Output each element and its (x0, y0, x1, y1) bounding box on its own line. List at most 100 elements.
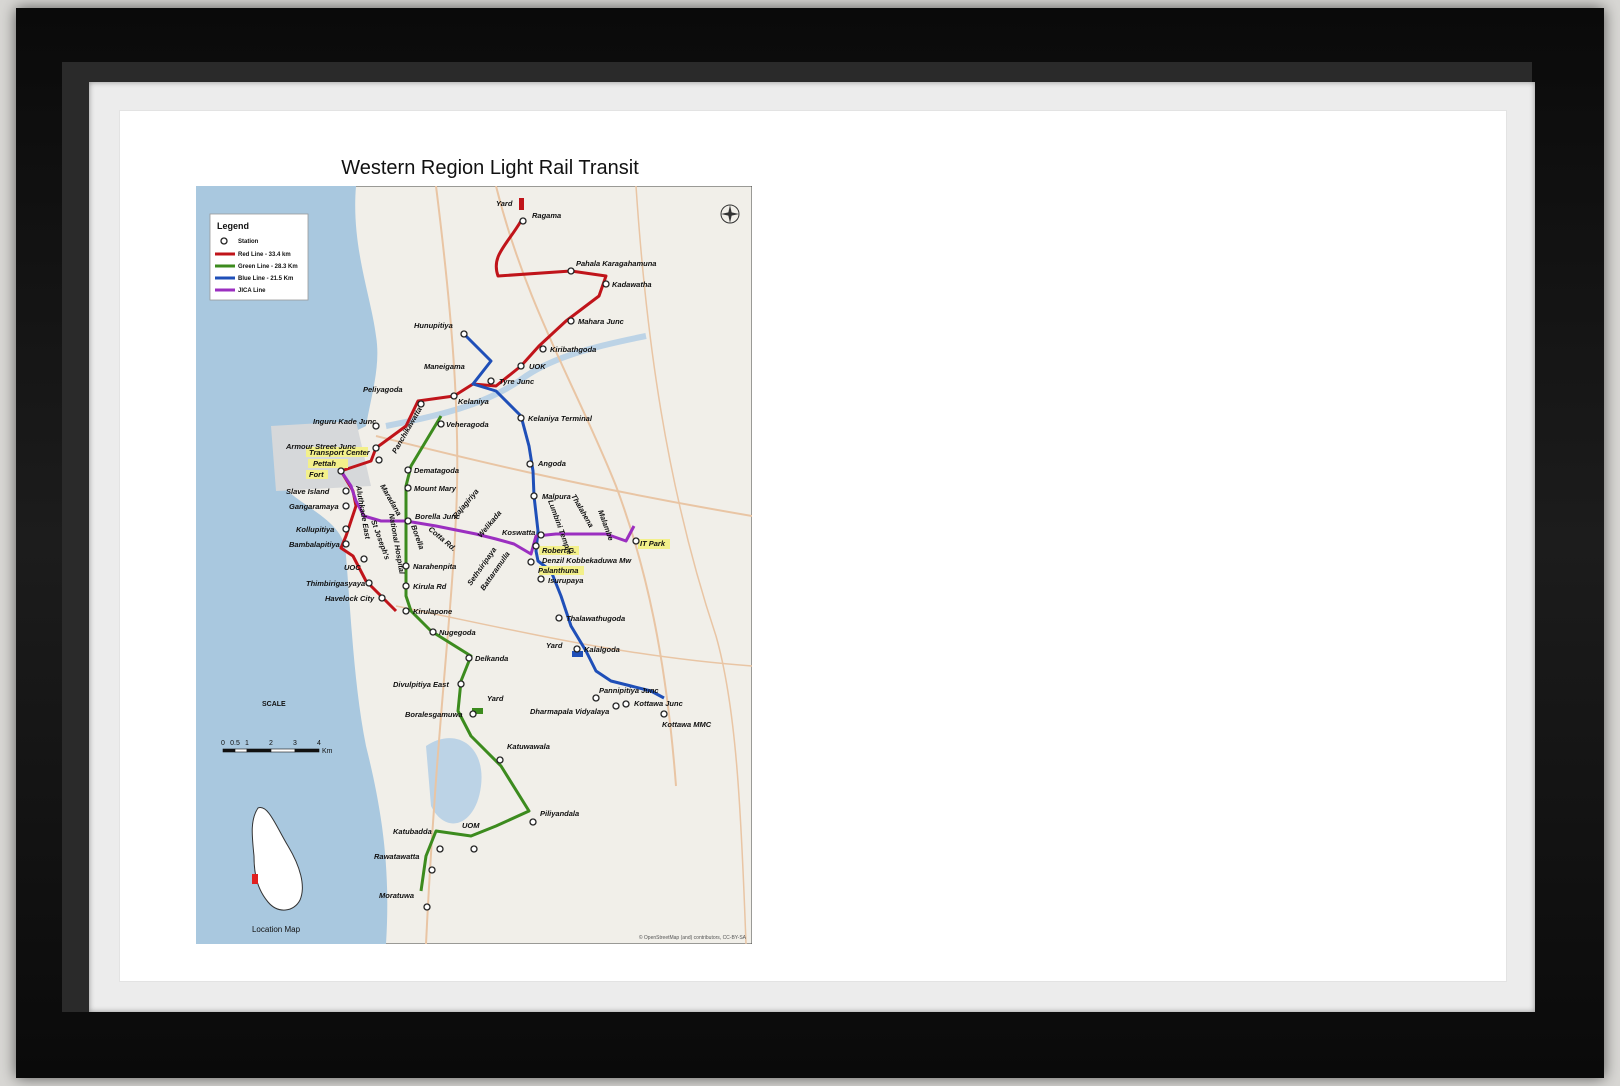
station-marker (360, 555, 368, 563)
station-label-kirula: Kirula Rd (413, 582, 447, 591)
location-highlight (252, 874, 258, 884)
station-marker (567, 267, 575, 275)
yard-label: Yard (546, 641, 563, 650)
yard-label: Yard (487, 694, 504, 703)
station-label-kadawatha: Kadawatha (612, 280, 652, 289)
station-label-kottawa-mmc: Kottawa MMC (662, 720, 712, 729)
station-marker (517, 414, 525, 422)
station-marker (539, 345, 547, 353)
station-label-bambalapitiya: Bambalapitiya (289, 540, 340, 549)
station-marker (429, 628, 437, 636)
station-label-thimbirigasyaya: Thimbirigasyaya (306, 579, 365, 588)
station-marker (436, 845, 444, 853)
station-label-thalawathugoda: Thalawathugoda (566, 614, 625, 623)
station-marker (404, 466, 412, 474)
station-marker (537, 531, 545, 539)
station-label-gangaramaya: Gangaramaya (289, 502, 339, 511)
station-marker (526, 460, 534, 468)
station-marker (519, 217, 527, 225)
yard-marker (519, 198, 524, 210)
scale-title: SCALE (262, 701, 286, 708)
station-marker (437, 420, 445, 428)
station-marker (592, 694, 600, 702)
station-marker (450, 392, 458, 400)
lrt-map: Yard Yard Yard Ragama Pahala Karagahamun… (196, 186, 752, 944)
station-label-kelaniya: Kelaniya (458, 397, 489, 406)
station-marker (567, 317, 575, 325)
station-label-nugegoda: Nugegoda (439, 628, 476, 637)
station-label-uom: UOM (462, 821, 480, 830)
station-label-piliyandala: Piliyandala (540, 809, 579, 818)
station-marker (428, 866, 436, 874)
station-marker (465, 654, 473, 662)
station-label-pannipitiya: Pannipitiya Junc (599, 686, 659, 695)
station-label-katuwawala: Katuwawala (507, 742, 550, 751)
station-label-hunupitiya: Hunupitiya (414, 321, 453, 330)
station-marker (460, 330, 468, 338)
station-marker (342, 487, 350, 495)
station-marker (457, 680, 465, 688)
scale-tick-label: 0 (221, 740, 225, 747)
station-label-pettah: Pettah (313, 459, 336, 468)
station-label-kiribathgoda: Kiribathgoda (550, 345, 596, 354)
scale-tick-label: 1 (245, 740, 249, 747)
station-marker (529, 818, 537, 826)
station-marker (402, 607, 410, 615)
location-map-label: Location Map (252, 925, 301, 934)
station-marker (417, 400, 425, 408)
scale-segment (294, 748, 320, 753)
station-marker (378, 594, 386, 602)
map-title: Western Region Light Rail Transit (341, 157, 639, 179)
station-label-uoc: UOC (344, 563, 361, 572)
station-label-inguru: Inguru Kade Junc (313, 417, 377, 426)
scale-segment (246, 748, 272, 753)
station-label-dharmapala: Dharmapala Vidyalaya (530, 707, 609, 716)
station-label-koswatta: Koswatta (502, 528, 535, 537)
legend-title: Legend (217, 221, 249, 231)
station-label-narahenpita: Narahenpita (413, 562, 456, 571)
station-label-divulpitiya: Divulpitiya East (393, 680, 449, 689)
scale-tick-label: 0.5 (230, 740, 240, 747)
scale-segment (222, 748, 236, 753)
station-label-fort: Fort (309, 470, 324, 479)
legend-station-marker (220, 237, 228, 245)
legend-line-label: JICA Line (238, 288, 266, 294)
station-marker (602, 280, 610, 288)
station-label-isurupaya: Isurupaya (548, 576, 583, 585)
station-marker (612, 702, 620, 710)
station-marker (532, 542, 540, 550)
scale-tick-label: 4 (317, 740, 321, 747)
station-marker (469, 710, 477, 718)
station-marker (365, 579, 373, 587)
scale-segment (270, 748, 296, 753)
scale-segment (234, 748, 248, 753)
station-label-palanthuna: Palanthuna (538, 566, 578, 575)
station-label-malpura: Malpura (542, 492, 571, 501)
legend-line-label: Blue Line - 21.5 Km (238, 276, 293, 282)
station-label-rawatawatta: Rawatawatta (374, 852, 419, 861)
station-marker (404, 517, 412, 525)
station-marker (573, 645, 581, 653)
legend-line-label: Green Line - 28.3 Km (238, 264, 298, 270)
station-marker (517, 362, 525, 370)
station-marker (632, 537, 640, 545)
scale-tick-label: 3 (293, 740, 297, 747)
station-marker (342, 540, 350, 548)
station-label-kirulapone: Kirulapone (413, 607, 452, 616)
station-marker (555, 614, 563, 622)
station-marker (537, 575, 545, 583)
station-label-kollupitiya: Kollupitiya (296, 525, 334, 534)
station-label-slave-island: Slave Island (286, 487, 330, 496)
station-label-kelaniya-terminal: Kelaniya Terminal (528, 414, 593, 423)
legend-line-label: Red Line - 33.4 km (238, 252, 291, 258)
station-label-veheragoda: Veheragoda (446, 420, 489, 429)
station-marker (342, 502, 350, 510)
compass-icon (720, 204, 740, 224)
station-label-moratuwa: Moratuwa (379, 891, 414, 900)
station-marker (530, 492, 538, 500)
scale-unit: Km (322, 748, 333, 755)
station-marker (470, 845, 478, 853)
station-label-it-park: IT Park (640, 539, 666, 548)
legend: Legend Station Red Line - 33.4 km Green L… (209, 213, 309, 301)
station-label-dematagoda: Dematagoda (414, 466, 459, 475)
